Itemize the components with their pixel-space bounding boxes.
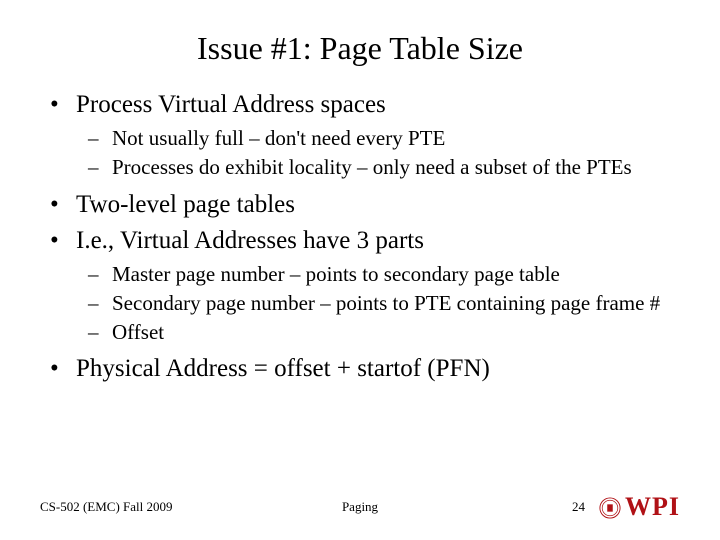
sub-bullet-list: Not usually full – don't need every PTE …: [40, 125, 680, 181]
sub-bullet-list: Master page number – points to secondary…: [40, 261, 680, 346]
bullet-item: Physical Address = offset + startof (PFN…: [40, 353, 680, 385]
wpi-logo: WPI: [599, 492, 680, 522]
footer-right: 24 WPI: [572, 492, 680, 522]
sub-bullet-item: Master page number – points to secondary…: [40, 261, 680, 288]
sub-bullet-item: Secondary page number – points to PTE co…: [40, 290, 680, 317]
bullet-list: Process Virtual Address spaces: [40, 89, 680, 121]
slide: Issue #1: Page Table Size Process Virtua…: [0, 0, 720, 540]
bullet-item: Two-level page tables: [40, 189, 680, 221]
wpi-logo-text: WPI: [625, 492, 680, 522]
slide-footer: CS-502 (EMC) Fall 2009 Paging 24 WPI: [0, 492, 720, 522]
wpi-seal-icon: [599, 496, 621, 518]
bullet-list: Physical Address = offset + startof (PFN…: [40, 353, 680, 385]
footer-course: CS-502 (EMC) Fall 2009: [40, 499, 173, 515]
page-number: 24: [572, 499, 585, 515]
sub-bullet-item: Processes do exhibit locality – only nee…: [40, 154, 680, 181]
sub-bullet-item: Not usually full – don't need every PTE: [40, 125, 680, 152]
bullet-list: Two-level page tables I.e., Virtual Addr…: [40, 189, 680, 257]
bullet-item: Process Virtual Address spaces: [40, 89, 680, 121]
bullet-item: I.e., Virtual Addresses have 3 parts: [40, 225, 680, 257]
slide-title: Issue #1: Page Table Size: [40, 30, 680, 67]
sub-bullet-item: Offset: [40, 319, 680, 346]
